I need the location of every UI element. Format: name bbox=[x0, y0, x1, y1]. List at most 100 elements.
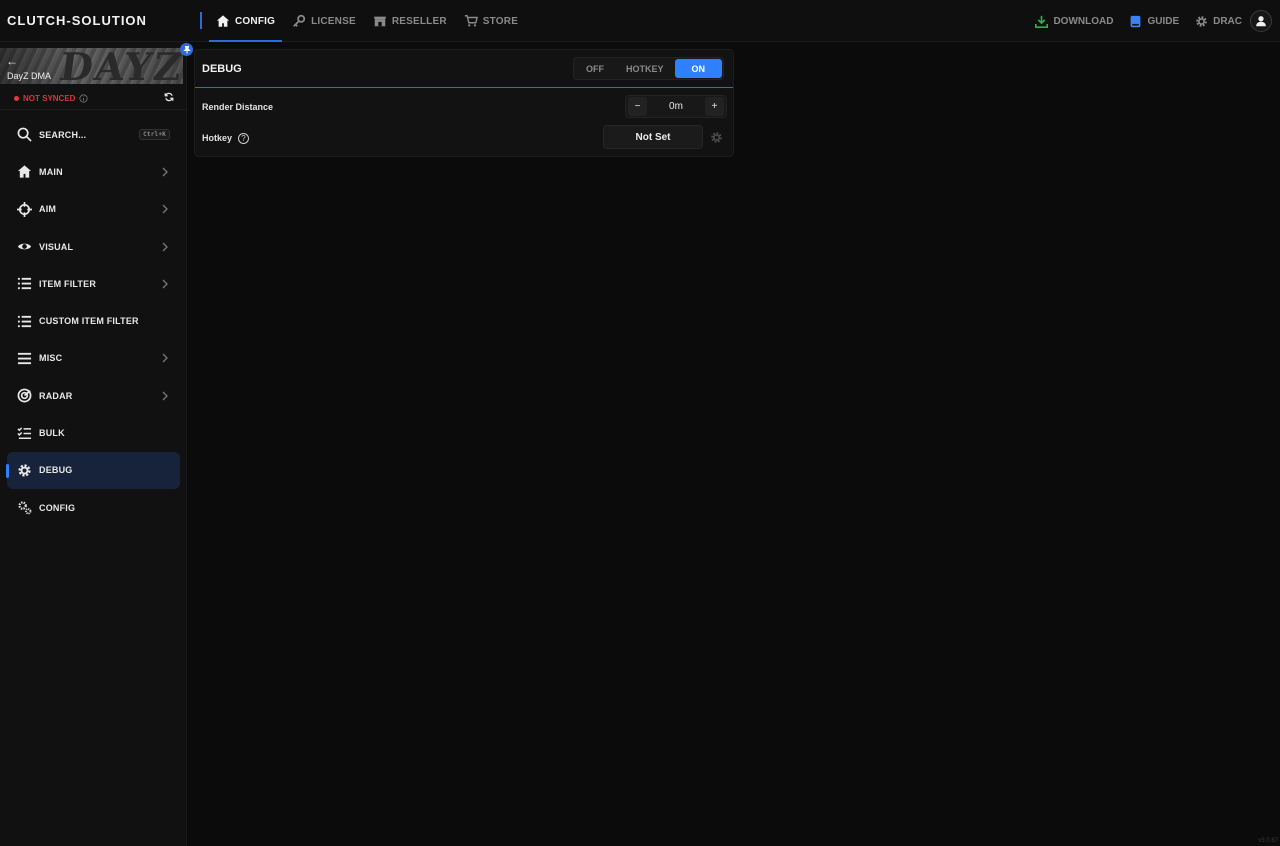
status-dot-icon bbox=[14, 95, 19, 101]
eye-icon bbox=[17, 239, 32, 254]
nav-tab-label: STORE bbox=[482, 15, 519, 27]
search-label: SEARCH... bbox=[39, 129, 87, 140]
chevron-right-icon bbox=[162, 353, 168, 363]
help-icon[interactable]: ? bbox=[238, 132, 250, 144]
sidebar-item-label: CUSTOM ITEM FILTER bbox=[39, 316, 139, 327]
nav-tab-store[interactable]: STORE bbox=[457, 0, 525, 42]
book-icon bbox=[1131, 15, 1141, 27]
increment-button[interactable]: + bbox=[705, 97, 724, 116]
cart-icon bbox=[464, 15, 478, 27]
nav-tab-label: LICENSE bbox=[311, 15, 356, 27]
top-separator bbox=[200, 12, 202, 29]
panel-title: DEBUG bbox=[202, 63, 242, 75]
sync-status: NOT SYNCED bbox=[14, 92, 174, 104]
sidebar-item-radar[interactable]: RADAR bbox=[7, 377, 180, 414]
sidebar-item-visual[interactable]: VISUAL bbox=[7, 228, 180, 265]
banner-logo: DAYZ bbox=[56, 48, 183, 84]
mode-toggle: OFF HOTKEY ON bbox=[572, 57, 724, 80]
sidebar-item-label: ITEM FILTER bbox=[39, 278, 97, 289]
sidebar-divider bbox=[0, 109, 187, 110]
version-label: v3.0.67 bbox=[1258, 838, 1278, 844]
decrement-button[interactable]: − bbox=[628, 97, 647, 116]
list-icon bbox=[17, 276, 32, 291]
nav-tab-reseller[interactable]: RESELLER bbox=[366, 0, 454, 42]
gear-icon bbox=[1196, 15, 1207, 27]
sidebar-menu: SEARCH... Ctrl+K MAIN AIM VISUAL ITEM FI… bbox=[0, 116, 187, 526]
chevron-right-icon bbox=[162, 391, 168, 401]
banner-title: DayZ DMA bbox=[7, 71, 52, 81]
sidebar-item-label: VISUAL bbox=[39, 241, 74, 252]
sidebar-item-label: DEBUG bbox=[39, 465, 73, 476]
chevron-right-icon bbox=[162, 204, 168, 214]
debug-panel: DEBUG OFF HOTKEY ON Render Distance − 0m… bbox=[194, 49, 734, 157]
gear-icon[interactable] bbox=[710, 131, 723, 144]
refresh-icon[interactable] bbox=[164, 92, 174, 102]
user-icon bbox=[1256, 16, 1266, 27]
render-distance-stepper: − 0m + bbox=[625, 95, 727, 118]
key-icon bbox=[293, 14, 306, 27]
gear-icon bbox=[17, 463, 32, 478]
search-shortcut: Ctrl+K bbox=[139, 128, 170, 140]
nav-tab-label: RESELLER bbox=[391, 15, 447, 27]
panel-header: DEBUG OFF HOTKEY ON bbox=[195, 50, 733, 88]
list-icon bbox=[17, 314, 32, 329]
search-icon bbox=[17, 127, 32, 142]
sidebar-item-config[interactable]: CONFIG bbox=[7, 489, 180, 526]
download-icon bbox=[1035, 15, 1049, 28]
app-window: CLUTCH-SOLUTION CONFIG LICENSE RESELLER … bbox=[0, 0, 1280, 846]
download-button[interactable]: DOWNLOAD bbox=[1035, 15, 1113, 28]
top-right-actions: DOWNLOAD GUIDE DRAC bbox=[1019, 0, 1272, 42]
user-name: DRAC bbox=[1213, 15, 1242, 27]
sidebar-item-aim[interactable]: AIM bbox=[7, 191, 180, 228]
download-label: DOWNLOAD bbox=[1053, 15, 1114, 27]
chevron-right-icon bbox=[162, 167, 168, 177]
home-icon bbox=[17, 164, 32, 179]
checklist-icon bbox=[17, 426, 32, 441]
avatar[interactable] bbox=[1250, 10, 1272, 32]
sidebar-item-label: CONFIG bbox=[39, 502, 76, 513]
chevron-right-icon bbox=[162, 279, 168, 289]
home-icon bbox=[216, 15, 230, 27]
sidebar: DAYZ ← DayZ DMA NOT SYNCED SEARCH... Ctr… bbox=[0, 42, 193, 846]
mode-hotkey-button[interactable]: HOTKEY bbox=[615, 59, 675, 78]
chevron-right-icon bbox=[162, 242, 168, 251]
sidebar-item-label: MAIN bbox=[39, 166, 63, 177]
gears-icon bbox=[17, 500, 32, 515]
render-distance-row: Render Distance − 0m + bbox=[202, 95, 727, 119]
sync-status-label: NOT SYNCED bbox=[23, 93, 76, 103]
store-icon bbox=[373, 16, 386, 27]
sidebar-item-label: AIM bbox=[39, 204, 57, 215]
guide-button[interactable]: GUIDE bbox=[1129, 15, 1179, 28]
mode-off-button[interactable]: OFF bbox=[575, 59, 615, 78]
sidebar-item-label: BULK bbox=[39, 428, 65, 439]
nav-tab-label: CONFIG bbox=[235, 15, 276, 27]
nav-tab-license[interactable]: LICENSE bbox=[285, 0, 363, 42]
sidebar-item-bulk[interactable]: BULK bbox=[7, 414, 180, 451]
info-icon[interactable] bbox=[79, 93, 89, 103]
user-settings-button[interactable]: DRAC bbox=[1195, 15, 1242, 28]
sidebar-item-item-filter[interactable]: ITEM FILTER bbox=[7, 265, 180, 302]
menu-icon bbox=[17, 351, 32, 366]
hotkey-label: Hotkey bbox=[202, 133, 233, 143]
radar-icon bbox=[17, 388, 32, 403]
sidebar-item-misc[interactable]: MISC bbox=[7, 340, 180, 377]
sidebar-search[interactable]: SEARCH... Ctrl+K bbox=[7, 116, 180, 153]
sidebar-item-label: RADAR bbox=[39, 390, 73, 401]
nav-tab-config[interactable]: CONFIG bbox=[209, 0, 283, 42]
top-bar: CLUTCH-SOLUTION CONFIG LICENSE RESELLER … bbox=[0, 0, 1280, 42]
sidebar-item-label: MISC bbox=[39, 353, 63, 364]
guide-label: GUIDE bbox=[1147, 15, 1180, 27]
pin-button[interactable] bbox=[180, 43, 193, 56]
sidebar-item-main[interactable]: MAIN bbox=[7, 153, 180, 190]
mode-on-button[interactable]: ON bbox=[674, 59, 722, 78]
brand-title: CLUTCH-SOLUTION bbox=[7, 13, 147, 28]
hotkey-bind-button[interactable]: Not Set bbox=[603, 125, 703, 149]
sidebar-item-custom-item-filter[interactable]: CUSTOM ITEM FILTER bbox=[7, 302, 180, 339]
sidebar-item-debug[interactable]: DEBUG bbox=[6, 451, 180, 489]
pin-icon bbox=[182, 45, 191, 53]
back-arrow-icon[interactable]: ← bbox=[6, 55, 18, 67]
crosshair-icon bbox=[17, 201, 32, 217]
game-banner[interactable]: DAYZ ← DayZ DMA bbox=[0, 48, 183, 84]
render-distance-label: Render Distance bbox=[202, 102, 274, 112]
render-distance-value[interactable]: 0m bbox=[669, 101, 683, 112]
